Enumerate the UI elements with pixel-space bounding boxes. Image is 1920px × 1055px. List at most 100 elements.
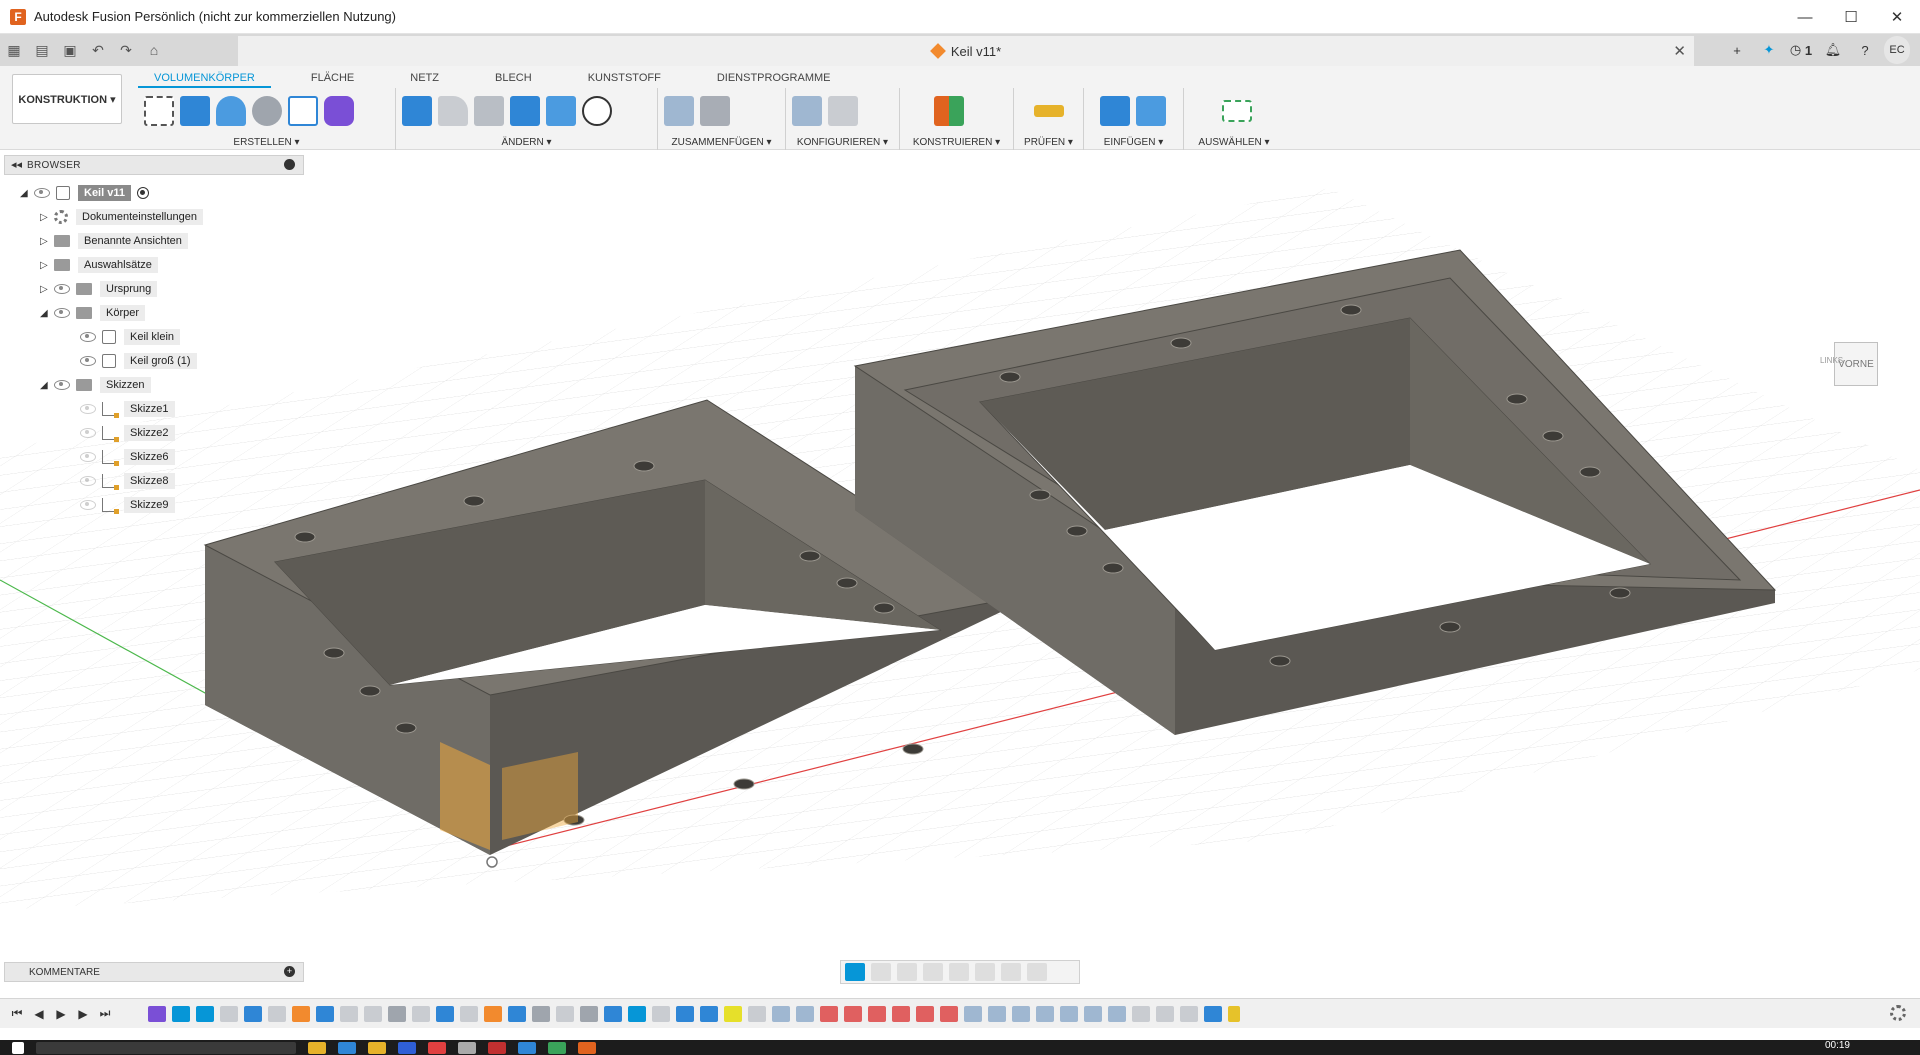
visibility-icon[interactable] bbox=[54, 380, 70, 390]
timeline-forward-icon[interactable]: ▶ bbox=[72, 1007, 94, 1021]
timeline-end-icon[interactable]: ⏭ bbox=[94, 1006, 116, 1021]
tree-item-skizzen[interactable]: ◢ Skizzen bbox=[40, 375, 151, 395]
new-tab-icon[interactable]: + bbox=[1724, 36, 1750, 64]
combine-icon[interactable] bbox=[510, 96, 540, 126]
timeline-feature[interactable] bbox=[796, 1006, 814, 1022]
move-copy-icon[interactable] bbox=[582, 96, 612, 126]
timeline-feature[interactable] bbox=[1156, 1006, 1174, 1022]
timeline-play-icon[interactable]: ▶ bbox=[50, 1007, 72, 1021]
timeline-feature[interactable] bbox=[748, 1006, 766, 1022]
select-window-icon[interactable] bbox=[1222, 100, 1252, 122]
new-component-icon[interactable] bbox=[664, 96, 694, 126]
taskbar-app-icon[interactable] bbox=[488, 1041, 506, 1054]
taskbar-search-icon[interactable] bbox=[36, 1041, 296, 1054]
collapse-icon[interactable]: ◢ bbox=[40, 308, 54, 319]
tree-item-ursprung[interactable]: ▷ Ursprung bbox=[40, 279, 158, 299]
shell-icon[interactable] bbox=[474, 96, 504, 126]
timeline-feature[interactable] bbox=[412, 1006, 430, 1022]
timeline-feature[interactable] bbox=[844, 1006, 862, 1022]
origin-point[interactable] bbox=[486, 856, 498, 868]
tree-item-skizze1[interactable]: Skizze1 bbox=[80, 399, 175, 419]
timeline-feature[interactable] bbox=[988, 1006, 1006, 1022]
visibility-off-icon[interactable] bbox=[80, 476, 96, 486]
home-icon[interactable]: ⌂ bbox=[140, 36, 168, 64]
timeline-feature[interactable] bbox=[1132, 1006, 1150, 1022]
joint-icon[interactable] bbox=[700, 96, 730, 126]
timeline-feature[interactable] bbox=[508, 1006, 526, 1022]
tree-item-skizze9[interactable]: Skizze9 bbox=[80, 495, 175, 515]
start-icon[interactable] bbox=[12, 1041, 24, 1054]
taskbar-fusion-icon[interactable] bbox=[578, 1041, 596, 1054]
pan-icon[interactable] bbox=[897, 963, 917, 981]
timeline-feature[interactable] bbox=[268, 1006, 286, 1022]
timeline-feature[interactable] bbox=[604, 1006, 622, 1022]
document-tab[interactable]: Keil v11* ✕ bbox=[238, 36, 1694, 66]
group-label-aendern[interactable]: ÄNDERN ▾ bbox=[396, 137, 657, 148]
3d-viewport[interactable]: VORNE LINKS bbox=[0, 150, 1920, 986]
timeline-feature[interactable] bbox=[292, 1006, 310, 1022]
timeline-feature[interactable] bbox=[484, 1006, 502, 1022]
visibility-icon[interactable] bbox=[54, 284, 70, 294]
timeline-feature[interactable] bbox=[460, 1006, 478, 1022]
timeline-feature[interactable] bbox=[940, 1006, 958, 1022]
tree-item-keil-klein[interactable]: Keil klein bbox=[80, 327, 181, 347]
browser-minimize-icon[interactable] bbox=[284, 159, 295, 170]
tree-item-skizze2[interactable]: Skizze2 bbox=[80, 423, 175, 443]
timeline-feature[interactable] bbox=[172, 1006, 190, 1022]
taskbar-app-icon[interactable] bbox=[428, 1041, 446, 1054]
timeline-feature[interactable] bbox=[1180, 1006, 1198, 1022]
tree-item-auswahlsaetze[interactable]: ▷ Auswahlsätze bbox=[40, 255, 158, 275]
timeline-feature[interactable] bbox=[244, 1006, 262, 1022]
timeline-feature[interactable] bbox=[388, 1006, 406, 1022]
undo-icon[interactable]: ↶ bbox=[84, 36, 112, 64]
taskbar-app-icon[interactable] bbox=[398, 1041, 416, 1054]
timeline-feature[interactable] bbox=[1060, 1006, 1078, 1022]
visibility-icon[interactable] bbox=[80, 356, 96, 366]
configure-table-icon[interactable] bbox=[828, 96, 858, 126]
timeline-feature[interactable] bbox=[364, 1006, 382, 1022]
extensions-icon[interactable]: ✦ bbox=[1756, 36, 1782, 64]
timeline-feature[interactable] bbox=[196, 1006, 214, 1022]
create-sketch-icon[interactable] bbox=[144, 96, 174, 126]
notifications-icon[interactable]: 🔔︎ bbox=[1820, 36, 1846, 64]
group-label-erstellen[interactable]: ERSTELLEN ▾ bbox=[138, 137, 395, 148]
job-status-icon[interactable]: ◷ 1 bbox=[1788, 36, 1814, 64]
display-settings-icon[interactable] bbox=[975, 963, 995, 981]
group-label-einfuegen[interactable]: EINFÜGEN ▾ bbox=[1084, 137, 1183, 148]
taskbar-app-icon[interactable] bbox=[458, 1041, 476, 1054]
group-label-pruefen[interactable]: PRÜFEN ▾ bbox=[1014, 137, 1083, 148]
collapse-icon[interactable]: ◢ bbox=[40, 380, 54, 391]
app-grid-icon[interactable]: ▦ bbox=[0, 36, 28, 64]
tab-netz[interactable]: NETZ bbox=[370, 68, 455, 88]
expand-icon[interactable]: ◢ bbox=[20, 188, 34, 199]
group-label-auswaehlen[interactable]: AUSWÄHLEN ▾ bbox=[1184, 137, 1284, 148]
taskbar-app-icon[interactable] bbox=[368, 1041, 386, 1054]
viewports-icon[interactable] bbox=[1027, 963, 1047, 981]
workspace-switcher[interactable]: KONSTRUKTION ▾ bbox=[12, 74, 122, 124]
expand-icon[interactable]: ▷ bbox=[40, 260, 54, 271]
expand-icon[interactable]: ▷ bbox=[40, 212, 54, 223]
timeline-feature[interactable] bbox=[556, 1006, 574, 1022]
tab-dienstprogramme[interactable]: DIENSTPROGRAMME bbox=[677, 68, 847, 88]
view-cube[interactable]: VORNE LINKS bbox=[1820, 328, 1890, 398]
timeline-feature[interactable] bbox=[220, 1006, 238, 1022]
tree-item-dokumenteinstellungen[interactable]: ▷ Dokumenteinstellungen bbox=[40, 207, 203, 227]
fit-icon[interactable] bbox=[949, 963, 969, 981]
offset-plane-icon[interactable] bbox=[934, 96, 964, 126]
user-avatar[interactable]: EC bbox=[1884, 36, 1910, 64]
timeline-feature[interactable] bbox=[340, 1006, 358, 1022]
timeline-settings-icon[interactable] bbox=[1890, 1005, 1906, 1021]
revolve-icon[interactable] bbox=[216, 96, 246, 126]
view-cube-left-label[interactable]: LINKS bbox=[1820, 356, 1843, 365]
timeline-feature[interactable] bbox=[724, 1006, 742, 1022]
extrude-icon[interactable] bbox=[180, 96, 210, 126]
timeline-feature[interactable] bbox=[676, 1006, 694, 1022]
timeline-feature[interactable] bbox=[1108, 1006, 1126, 1022]
timeline-start-icon[interactable]: ⏮ bbox=[6, 1006, 28, 1021]
timeline-feature[interactable] bbox=[916, 1006, 934, 1022]
timeline-feature[interactable] bbox=[436, 1006, 454, 1022]
group-label-konstruieren[interactable]: KONSTRUIEREN ▾ bbox=[900, 137, 1013, 148]
close-window-button[interactable]: ✕ bbox=[1874, 0, 1920, 34]
orbit-snap-icon[interactable] bbox=[845, 963, 865, 981]
timeline-feature[interactable] bbox=[1036, 1006, 1054, 1022]
